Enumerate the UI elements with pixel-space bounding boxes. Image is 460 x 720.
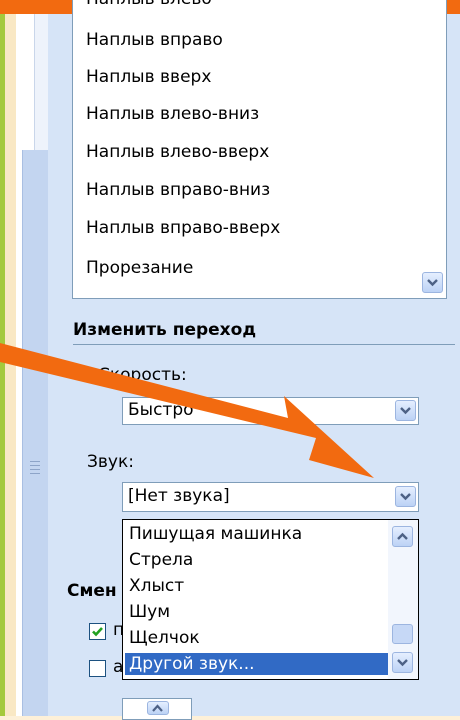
list-item[interactable]: Прорезание xyxy=(86,258,193,278)
sound-option[interactable]: Стрела xyxy=(125,549,391,571)
advance-on-click-checkbox[interactable] xyxy=(89,623,106,640)
sound-value: [Нет звука] xyxy=(128,486,230,506)
scroll-up-button[interactable] xyxy=(392,526,413,547)
sound-dropdown-button[interactable] xyxy=(395,486,416,507)
list-item[interactable]: Наплыв влево-вниз xyxy=(86,104,259,124)
popup-scrollbar[interactable] xyxy=(388,520,418,679)
splitter-grip-icon[interactable] xyxy=(30,458,40,480)
sound-option-selected[interactable]: Другой звук... xyxy=(125,653,391,675)
sound-option[interactable]: Пишущая машинка xyxy=(125,523,391,545)
list-item[interactable]: Наплыв вправо-вниз xyxy=(86,180,270,200)
transition-effects-list[interactable]: Наплыв влево Наплыв вправо Наплыв вверх … xyxy=(72,0,447,299)
sound-options-popup[interactable]: Пишущая машинка Стрела Хлыст Шум Щелчок … xyxy=(122,519,419,680)
section-divider xyxy=(73,344,455,345)
sound-option[interactable]: Шум xyxy=(125,601,391,623)
checkmark-icon xyxy=(92,627,103,637)
chevron-up-icon xyxy=(397,532,408,540)
list-item[interactable]: Наплыв вверх xyxy=(86,67,211,87)
chevron-down-icon xyxy=(427,279,438,287)
sound-option[interactable]: Хлыст xyxy=(125,575,391,597)
chevron-down-icon xyxy=(400,493,411,501)
spinner-up-button[interactable] xyxy=(147,701,169,715)
time-spinner[interactable] xyxy=(122,698,192,720)
sound-select[interactable]: [Нет звука] xyxy=(122,482,419,512)
speed-select[interactable]: Быстро xyxy=(122,397,419,425)
advance-auto-checkbox[interactable] xyxy=(89,660,106,677)
chevron-down-icon xyxy=(397,659,408,667)
list-scroll-down-button[interactable] xyxy=(422,272,443,293)
sound-option[interactable]: Щелчок xyxy=(125,627,391,649)
scrollbar-thumb[interactable] xyxy=(392,624,413,644)
sound-label: Звук: xyxy=(87,452,134,472)
list-item[interactable]: Наплыв влево xyxy=(86,0,212,9)
list-item[interactable]: Наплыв вправо xyxy=(86,30,223,50)
advance-section-title: Смен xyxy=(67,581,117,601)
chevron-down-icon xyxy=(400,407,411,415)
list-item[interactable]: Наплыв влево-вверх xyxy=(86,142,269,162)
scroll-down-button[interactable] xyxy=(392,652,413,673)
section-title: Изменить переход xyxy=(73,320,257,340)
chevron-up-icon xyxy=(152,704,163,712)
pane-splitter[interactable] xyxy=(22,150,49,716)
speed-label: Скорость: xyxy=(98,365,187,385)
speed-value: Быстро xyxy=(128,400,194,420)
list-item[interactable]: Наплыв вправо-вверх xyxy=(86,218,280,238)
left-margin xyxy=(5,14,16,716)
speed-dropdown-button[interactable] xyxy=(395,400,416,421)
